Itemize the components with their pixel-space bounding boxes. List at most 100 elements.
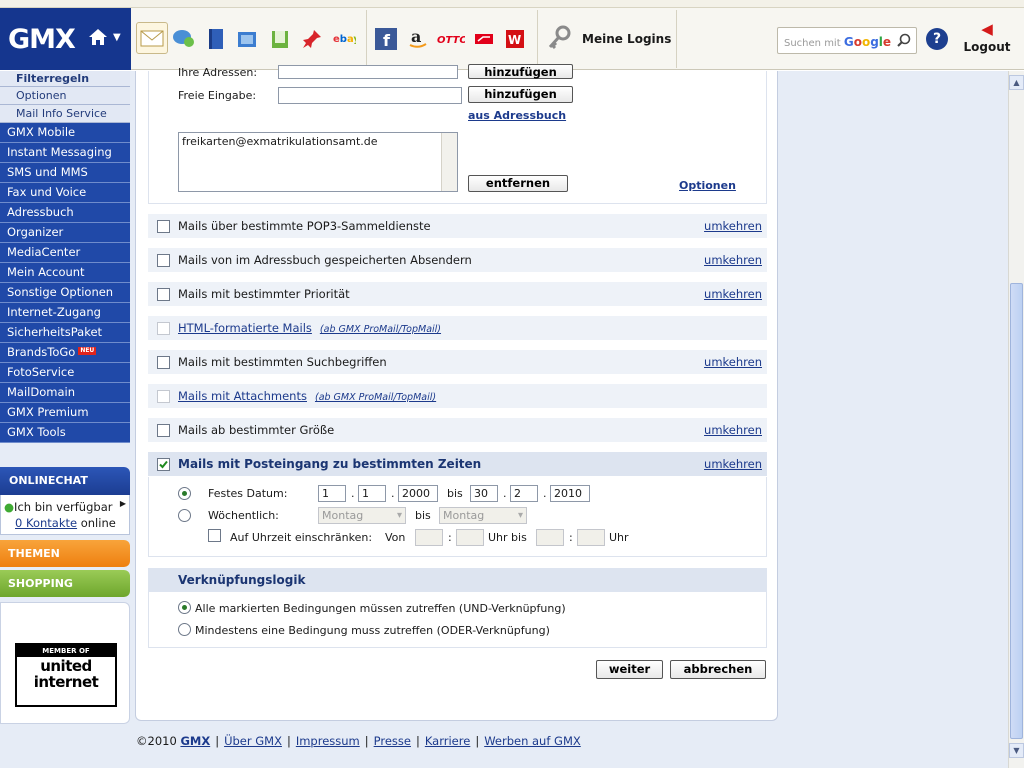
condition-label-link[interactable]: HTML-formatierte Mails (ab GMX ProMail/To… — [178, 321, 441, 335]
search-icon[interactable] — [896, 33, 912, 49]
weekday-to-select[interactable]: Montag — [439, 507, 527, 524]
condition-checkbox[interactable] — [157, 288, 170, 301]
to-month-input[interactable]: 2 — [510, 485, 538, 502]
remove-button[interactable]: entfernen — [468, 175, 568, 192]
sidebar-item-sms-mms[interactable]: SMS und MMS — [0, 163, 130, 183]
search-input[interactable]: Suchen mit Google — [777, 27, 917, 54]
gmx-logo[interactable]: GMX — [8, 24, 76, 55]
logic-or-radio[interactable] — [178, 623, 191, 636]
address-list[interactable]: freikarten@exmatrikulationsamt.de — [178, 132, 458, 192]
travel-icon[interactable] — [472, 27, 496, 51]
scrollbar-thumb[interactable] — [1010, 283, 1023, 739]
from-addressbook-link[interactable]: aus Adressbuch — [468, 109, 566, 122]
sidebar-item-fax-voice[interactable]: Fax und Voice — [0, 183, 130, 203]
sidebar-item-gmx-premium[interactable]: GMX Premium — [0, 403, 130, 423]
time-from-hour-input[interactable] — [415, 529, 443, 546]
chevron-right-icon[interactable]: ▶ — [120, 499, 126, 508]
shopping-tab[interactable]: SHOPPING — [0, 570, 130, 597]
footer-link-ueber-gmx[interactable]: Über GMX — [224, 734, 282, 748]
contacts-online-link[interactable]: 0 Kontakte — [15, 516, 77, 530]
options-link[interactable]: Optionen — [679, 179, 736, 192]
weekly-radio[interactable] — [178, 509, 191, 522]
onlinechat-header[interactable]: ONLINECHAT — [0, 467, 130, 495]
condition-checkbox[interactable] — [157, 220, 170, 233]
footer-link-werben[interactable]: Werben auf GMX — [484, 734, 581, 748]
united-internet-logo[interactable]: MEMBER OF united internet — [15, 643, 117, 707]
to-day-input[interactable]: 30 — [470, 485, 498, 502]
messenger-icon[interactable] — [171, 27, 195, 51]
sidebar-item-filterregeln[interactable]: Filterregeln — [0, 71, 130, 87]
sidebar-item-maildomain[interactable]: MailDomain — [0, 383, 130, 403]
logo-area[interactable]: GMX ▼ — [0, 8, 131, 70]
sidebar-item-fotoservice[interactable]: FotoService — [0, 363, 130, 383]
key-icon[interactable] — [546, 25, 572, 51]
amazon-icon[interactable]: a — [406, 27, 430, 51]
reverse-link[interactable]: umkehren — [704, 287, 762, 301]
sidebar-item-brandstogo[interactable]: BrandsToGo NEU — [0, 343, 130, 363]
reverse-link[interactable]: umkehren — [704, 253, 762, 267]
sidebar-item-mail-info-service[interactable]: Mail Info Service — [0, 105, 130, 123]
free-input-field[interactable] — [278, 87, 462, 104]
from-month-input[interactable]: 1 — [358, 485, 386, 502]
next-button[interactable]: weiter — [596, 660, 663, 679]
condition-checkbox[interactable] — [157, 424, 170, 437]
time-to-hour-input[interactable] — [536, 529, 564, 546]
rss-icon[interactable] — [235, 27, 259, 51]
add-address-button-top[interactable]: hinzufügen — [468, 64, 573, 79]
from-day-input[interactable]: 1 — [318, 485, 346, 502]
sidebar-item-mediacenter[interactable]: MediaCenter — [0, 243, 130, 263]
time-from-minute-input[interactable] — [456, 529, 484, 546]
time-to-minute-input[interactable] — [577, 529, 605, 546]
condition-label-link[interactable]: Mails mit Attachments (ab GMX ProMail/Top… — [178, 389, 436, 403]
to-year-input[interactable]: 2010 — [550, 485, 590, 502]
book-icon[interactable] — [204, 27, 228, 51]
weltbild-icon[interactable]: W — [503, 27, 527, 51]
premium-note[interactable]: (ab GMX ProMail/TopMail) — [320, 324, 441, 335]
add-button[interactable]: hinzufügen — [468, 86, 573, 103]
reverse-link[interactable]: umkehren — [704, 219, 762, 233]
sidebar-item-sonstige-optionen[interactable]: Sonstige Optionen — [0, 283, 130, 303]
sidebar-item-organizer[interactable]: Organizer — [0, 223, 130, 243]
sidebar-item-optionen[interactable]: Optionen — [0, 87, 130, 105]
reverse-link[interactable]: umkehren — [704, 457, 762, 471]
from-year-input[interactable]: 2000 — [398, 485, 438, 502]
footer-link-impressum[interactable]: Impressum — [296, 734, 360, 748]
sidebar-item-internet-zugang[interactable]: Internet-Zugang — [0, 303, 130, 323]
page-scrollbar[interactable]: ▲ ▼ — [1008, 71, 1024, 768]
email-icon[interactable] — [136, 22, 168, 54]
themen-tab[interactable]: THEMEN — [0, 540, 130, 567]
list-scrollbar[interactable] — [441, 133, 457, 191]
reverse-link[interactable]: umkehren — [704, 423, 762, 437]
sidebar-item-instant-messaging[interactable]: Instant Messaging — [0, 143, 130, 163]
chevron-down-icon[interactable]: ▼ — [113, 32, 121, 43]
addresses-select[interactable] — [278, 65, 458, 79]
scroll-up-icon[interactable]: ▲ — [1009, 75, 1024, 90]
sidebar-item-sicherheitspaket[interactable]: SicherheitsPaket — [0, 323, 130, 343]
footer-link-karriere[interactable]: Karriere — [425, 734, 470, 748]
facebook-icon[interactable]: f — [374, 27, 398, 51]
footer-link-gmx[interactable]: GMX — [180, 734, 210, 748]
ebay-icon[interactable]: ebay — [332, 27, 356, 51]
condition-checkbox-checked[interactable] — [157, 458, 170, 471]
fixed-date-radio[interactable] — [178, 487, 191, 500]
home-icon[interactable] — [88, 28, 108, 46]
pin-icon[interactable] — [300, 27, 324, 51]
notes-icon[interactable] — [268, 27, 292, 51]
sidebar-item-mein-account[interactable]: Mein Account — [0, 263, 130, 283]
chat-status[interactable]: ●Ich bin verfügbar — [4, 500, 112, 514]
sidebar-item-gmx-tools[interactable]: GMX Tools — [0, 423, 130, 443]
help-icon[interactable]: ? — [926, 28, 948, 50]
reverse-link[interactable]: umkehren — [704, 355, 762, 369]
condition-checkbox[interactable] — [157, 254, 170, 267]
meine-logins-link[interactable]: Meine Logins — [582, 32, 671, 46]
logout-button[interactable]: ◀ Logout — [962, 22, 1012, 55]
address-list-item[interactable]: freikarten@exmatrikulationsamt.de — [182, 135, 378, 148]
scroll-down-icon[interactable]: ▼ — [1009, 743, 1024, 758]
logic-and-radio[interactable] — [178, 601, 191, 614]
sidebar-item-gmx-mobile[interactable]: GMX Mobile — [0, 123, 130, 143]
time-restrict-checkbox[interactable] — [208, 529, 221, 542]
weekday-from-select[interactable]: Montag — [318, 507, 406, 524]
premium-note[interactable]: (ab GMX ProMail/TopMail) — [315, 392, 436, 403]
otto-icon[interactable]: OTTO — [437, 27, 465, 51]
sidebar-item-adressbuch[interactable]: Adressbuch — [0, 203, 130, 223]
